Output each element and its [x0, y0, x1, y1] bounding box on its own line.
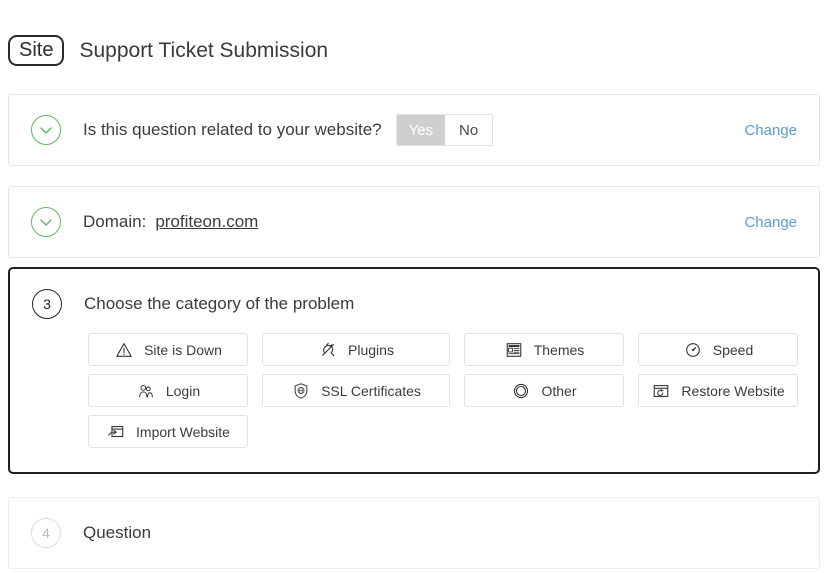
check-circle-icon [31, 115, 61, 145]
step-3-number-circle: 3 [32, 289, 62, 319]
category-label: Speed [712, 341, 754, 358]
double-circle-icon [511, 381, 531, 401]
step-2-label: Domain: [83, 212, 147, 231]
category-row: Import Website [88, 415, 818, 448]
page-header: Site Support Ticket Submission [0, 0, 828, 72]
check-circle-icon [31, 207, 61, 237]
step-1-label: Is this question related to your website… [83, 120, 382, 139]
step-2-change-link[interactable]: Change [744, 214, 797, 231]
category-row: Login SSL Certificates Other Restore Web… [88, 374, 818, 407]
plug-icon [318, 340, 338, 360]
step-4-number-circle: 4 [31, 518, 61, 548]
step-4-label: Question [83, 523, 152, 542]
category-label: Other [541, 382, 577, 399]
category-label: Restore Website [681, 382, 785, 399]
category-button-themes[interactable]: Themes [464, 333, 624, 366]
category-button-other[interactable]: Other [464, 374, 624, 407]
step-2-row: Domain: profiteon.com Change [9, 187, 819, 257]
category-label: Plugins [348, 341, 394, 358]
category-row: Site is Down Plugins Themes Speed [88, 333, 818, 366]
toggle-option-no[interactable]: No [445, 115, 493, 145]
category-label: Site is Down [144, 341, 222, 358]
domain-value[interactable]: profiteon.com [155, 212, 258, 232]
speedometer-icon [683, 340, 703, 360]
step-1-card: Is this question related to your website… [8, 94, 820, 166]
import-window-icon [106, 422, 126, 442]
shield-globe-icon [291, 381, 311, 401]
category-button-speed[interactable]: Speed [638, 333, 798, 366]
category-button-restore-website[interactable]: Restore Website [638, 374, 798, 407]
step-3-header: 3 Choose the category of the problem [10, 269, 818, 319]
category-label: SSL Certificates [321, 382, 421, 399]
step-1-row: Is this question related to your website… [9, 95, 819, 165]
step-3-label: Choose the category of the problem [84, 294, 355, 313]
toggle-option-yes[interactable]: Yes [396, 115, 446, 145]
warning-triangle-icon [114, 340, 134, 360]
step-1-change-link[interactable]: Change [744, 122, 797, 139]
support-ticket-page: Site Support Ticket Submission Is this q… [0, 0, 828, 573]
category-button-site-is-down[interactable]: Site is Down [88, 333, 248, 366]
users-icon [136, 381, 156, 401]
category-button-login[interactable]: Login [88, 374, 248, 407]
step-4-row: 4 Question [9, 498, 819, 568]
category-button-ssl-certificates[interactable]: SSL Certificates [262, 374, 450, 407]
website-related-toggle[interactable]: Yes No [395, 114, 494, 146]
category-label: Themes [533, 341, 585, 358]
restore-window-icon [651, 381, 671, 401]
step-3-card: 3 Choose the category of the problem Sit… [8, 267, 820, 474]
category-button-plugins[interactable]: Plugins [262, 333, 450, 366]
category-label: Import Website [136, 423, 230, 440]
step-4-card: 4 Question [8, 497, 820, 569]
page-title: Support Ticket Submission [79, 38, 329, 62]
category-grid: Site is Down Plugins Themes Speed Login … [10, 319, 818, 468]
site-badge: Site [8, 35, 65, 66]
step-2-card: Domain: profiteon.com Change [8, 186, 820, 258]
category-label: Login [165, 382, 201, 399]
layout-icon [504, 340, 524, 360]
category-button-import-website[interactable]: Import Website [88, 415, 248, 448]
